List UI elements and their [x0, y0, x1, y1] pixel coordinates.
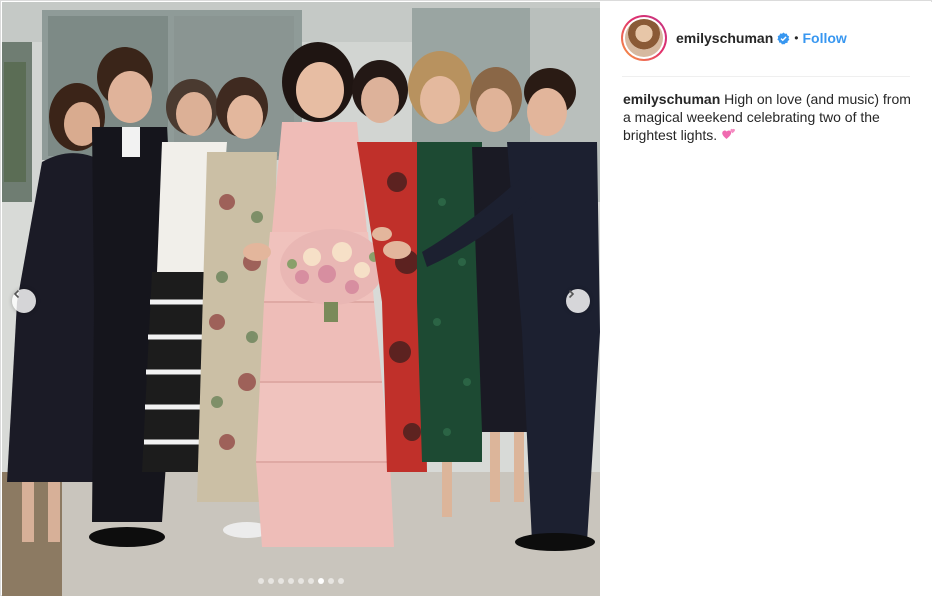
chevron-right-icon: [568, 289, 575, 299]
separator-dot: •: [794, 31, 799, 45]
header-username[interactable]: emilyschuman: [676, 30, 773, 46]
carousel-dot: [338, 578, 344, 584]
carousel-dot: [298, 578, 304, 584]
carousel-dot: [268, 578, 274, 584]
post-caption: emilyschuman High on love (and music) fr…: [623, 90, 913, 144]
carousel-dot: [288, 578, 294, 584]
two-hearts-icon: [722, 128, 736, 139]
carousel-dot: [308, 578, 314, 584]
instagram-embed: emilyschuman • Follow emilyschuman High …: [0, 0, 932, 596]
next-slide-button[interactable]: [566, 289, 590, 313]
post-header: emilyschuman • Follow: [600, 2, 932, 77]
caption-username[interactable]: emilyschuman: [623, 91, 720, 107]
carousel-dot: [258, 578, 264, 584]
group-wedding-photo: [2, 2, 600, 596]
post-side-panel: emilyschuman • Follow emilyschuman High …: [600, 2, 932, 596]
avatar[interactable]: [625, 19, 663, 57]
follow-button[interactable]: Follow: [802, 30, 846, 46]
carousel-dot: [278, 578, 284, 584]
post-photo[interactable]: [2, 2, 600, 596]
carousel-dot: [318, 578, 324, 584]
story-ring[interactable]: [621, 15, 667, 61]
previous-slide-button[interactable]: [12, 289, 36, 313]
verified-badge-icon: [777, 32, 790, 44]
header-divider: [622, 76, 910, 77]
carousel-indicator: [2, 578, 600, 584]
chevron-left-icon: [13, 289, 20, 299]
header-user-row: emilyschuman • Follow: [676, 29, 847, 47]
carousel-dot: [328, 578, 334, 584]
